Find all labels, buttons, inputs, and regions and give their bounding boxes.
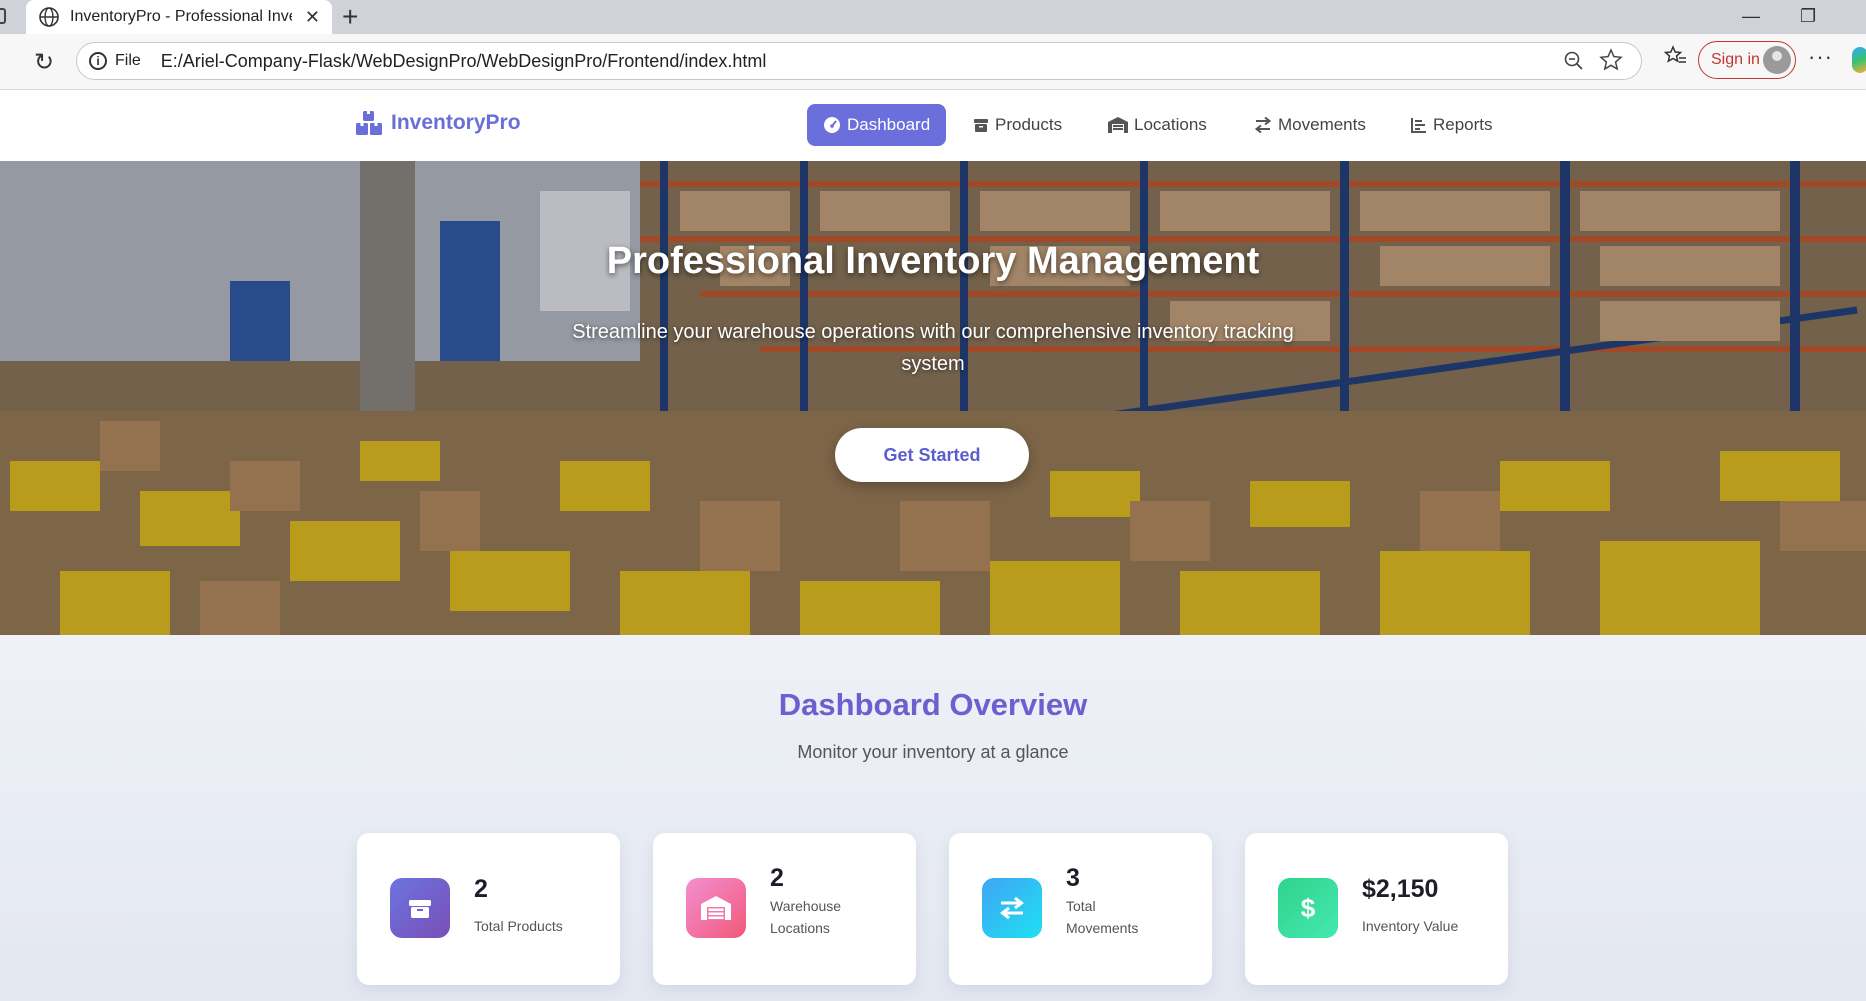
browser-tab-bar: InventoryPro - Professional Invent ✕ + —…	[0, 0, 1866, 34]
warehouse-background-image	[0, 161, 1866, 635]
tab-strip-edge	[0, 8, 6, 24]
nav-products[interactable]: Products	[973, 104, 1062, 146]
nav-dashboard[interactable]: Dashboard	[807, 104, 947, 146]
stat-value: 3	[1066, 864, 1080, 892]
stat-value: 2	[770, 864, 784, 892]
nav-locations[interactable]: Locations	[1108, 104, 1207, 146]
hero-subtitle: Streamline your warehouse operations wit…	[572, 321, 1294, 375]
site-navbar: InventoryPro Dashboard Products Location…	[0, 90, 1866, 161]
browser-toolbar: ↻ i File E:/Ariel-Company-Flask/WebDesig…	[0, 34, 1866, 90]
globe-icon	[39, 7, 59, 27]
brand-name: InventoryPro	[391, 111, 521, 134]
warehouse-icon	[1108, 117, 1128, 133]
zoom-out-icon[interactable]	[1563, 50, 1585, 72]
nav-reports-label: Reports	[1433, 115, 1493, 134]
dollar-icon: $	[1278, 878, 1338, 938]
stat-label: Total Products	[474, 918, 563, 934]
hero-section: Professional Inventory Management Stream…	[0, 161, 1866, 635]
stat-value: 2	[474, 875, 488, 903]
reload-icon[interactable]: ↻	[34, 48, 54, 77]
address-url[interactable]: E:/Ariel-Company-Flask/WebDesignPro/WebD…	[161, 51, 767, 72]
chart-icon	[1411, 118, 1426, 133]
brand[interactable]: InventoryPro	[355, 110, 521, 136]
tab-close-icon[interactable]: ✕	[305, 7, 320, 27]
minimize-button[interactable]: —	[1742, 6, 1760, 27]
stat-label: Warehouse Locations	[770, 898, 842, 936]
hero-title: Professional Inventory Management	[606, 240, 1260, 282]
stat-card-movements[interactable]: 3 Total Movements	[949, 833, 1212, 985]
address-bar[interactable]: i File E:/Ariel-Company-Flask/WebDesignP…	[76, 42, 1642, 80]
sign-in-button[interactable]: Sign in	[1698, 41, 1796, 79]
stat-card-value[interactable]: $ $2,150 Inventory Value	[1245, 833, 1508, 985]
nav-dashboard-label: Dashboard	[847, 115, 931, 134]
dashboard-title: Dashboard Overview	[778, 687, 1088, 722]
new-tab-button[interactable]: +	[342, 2, 358, 32]
address-scheme: File	[115, 52, 141, 69]
stat-card-locations[interactable]: 2 Warehouse Locations	[653, 833, 916, 985]
nav-reports[interactable]: Reports	[1411, 104, 1493, 146]
browser-tab[interactable]: InventoryPro - Professional Invent ✕	[26, 0, 332, 34]
nav-locations-label: Locations	[1134, 115, 1207, 134]
stat-label: Inventory Value	[1362, 918, 1459, 934]
box-icon	[390, 878, 450, 938]
sign-in-label: Sign in	[1711, 51, 1760, 68]
exchange-icon	[982, 878, 1042, 938]
nav-movements[interactable]: Movements	[1254, 104, 1366, 146]
restore-button[interactable]: ❐	[1800, 6, 1816, 27]
boxes-logo-icon	[356, 111, 382, 135]
box-icon	[974, 119, 988, 132]
stat-label: Total Movements	[1066, 898, 1139, 936]
stat-card-products[interactable]: 2 Total Products	[357, 833, 620, 985]
get-started-button[interactable]: Get Started	[835, 428, 1029, 482]
copilot-icon[interactable]	[1852, 47, 1866, 73]
favorite-star-icon[interactable]	[1599, 48, 1623, 72]
favorites-icon[interactable]	[1664, 44, 1688, 68]
more-menu-icon[interactable]: ···	[1808, 44, 1833, 70]
avatar	[1763, 46, 1791, 74]
nav-movements-label: Movements	[1278, 115, 1366, 134]
exchange-icon	[1254, 117, 1272, 133]
tab-title: InventoryPro - Professional Invent	[70, 8, 292, 25]
info-icon[interactable]: i	[89, 52, 107, 70]
dashboard-subtitle: Monitor your inventory at a glance	[797, 742, 1069, 762]
dashboard-section: Dashboard Overview Monitor your inventor…	[0, 635, 1866, 1001]
nav-products-label: Products	[995, 115, 1063, 134]
warehouse-icon	[686, 878, 746, 938]
stat-value: $2,150	[1362, 875, 1439, 903]
gauge-icon	[824, 117, 840, 133]
